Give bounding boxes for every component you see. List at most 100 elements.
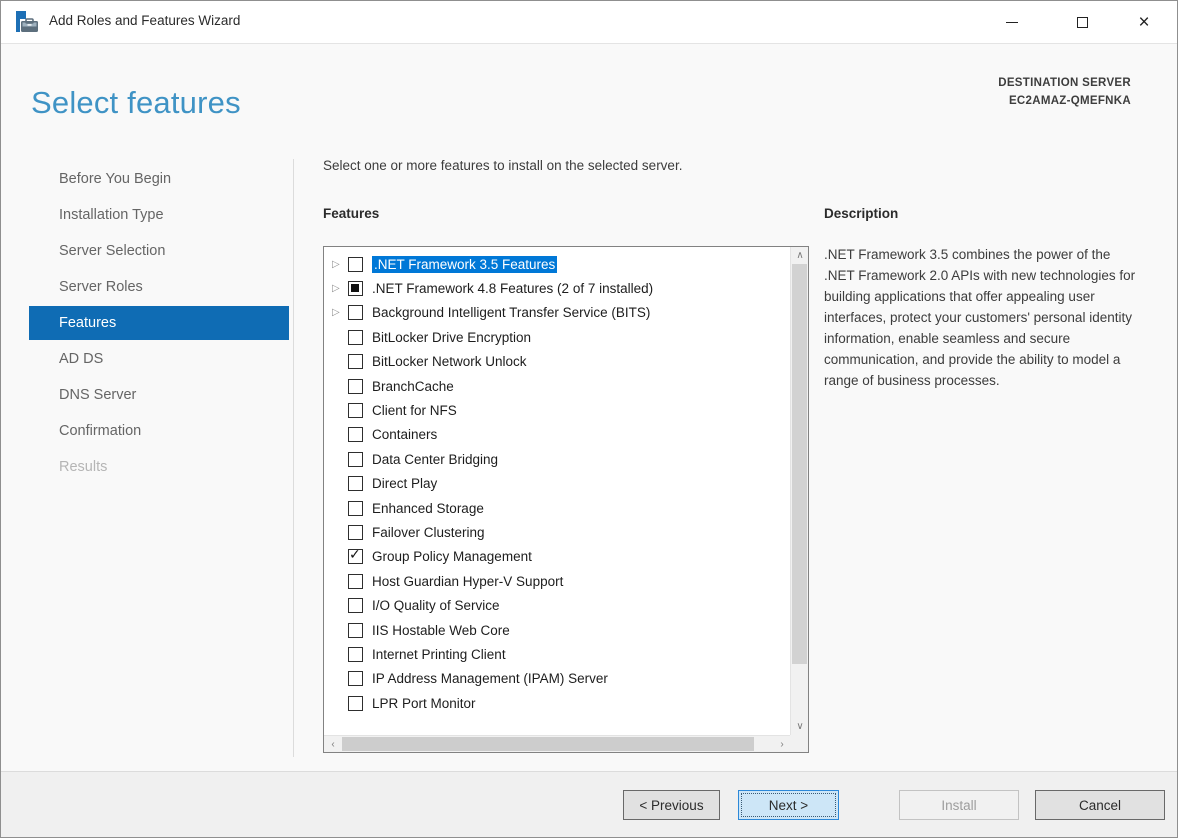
previous-button[interactable]: < Previous bbox=[623, 790, 720, 820]
features-list-label: Features bbox=[323, 206, 380, 221]
vertical-scrollbar[interactable]: ∧ ∨ bbox=[790, 247, 808, 735]
maximize-button[interactable] bbox=[1059, 1, 1105, 43]
feature-row[interactable]: Direct Play bbox=[324, 472, 790, 496]
feature-checkbox-unchecked[interactable] bbox=[348, 256, 363, 272]
feature-label[interactable]: Background Intelligent Transfer Service … bbox=[372, 305, 650, 320]
feature-checkbox-unchecked[interactable] bbox=[348, 378, 363, 394]
feature-checkbox-unchecked[interactable] bbox=[348, 573, 363, 589]
feature-row[interactable]: IP Address Management (IPAM) Server bbox=[324, 667, 790, 691]
sidebar-item-server-selection[interactable]: Server Selection bbox=[1, 233, 293, 269]
feature-label[interactable]: BranchCache bbox=[372, 379, 454, 394]
feature-label[interactable]: I/O Quality of Service bbox=[372, 598, 500, 613]
feature-checkbox-partial[interactable] bbox=[348, 281, 363, 297]
feature-checkbox-unchecked[interactable] bbox=[348, 500, 363, 516]
server-manager-icon bbox=[16, 11, 38, 32]
expand-arrow-icon[interactable]: ▷ bbox=[332, 283, 348, 294]
feature-checkbox-unchecked[interactable] bbox=[348, 403, 363, 419]
expand-arrow-icon[interactable]: ▷ bbox=[332, 307, 348, 318]
feature-label[interactable]: .NET Framework 4.8 Features (2 of 7 inst… bbox=[372, 281, 653, 296]
destination-server-name: EC2AMAZ-QMEFNKA bbox=[1008, 95, 1131, 107]
sidebar-item-dns-server[interactable]: DNS Server bbox=[1, 377, 293, 413]
feature-checkbox-unchecked[interactable] bbox=[348, 427, 363, 443]
feature-label[interactable]: Containers bbox=[372, 427, 437, 442]
scroll-down-icon[interactable]: ∨ bbox=[791, 718, 809, 735]
feature-row[interactable]: Host Guardian Hyper-V Support bbox=[324, 569, 790, 593]
feature-label[interactable]: Failover Clustering bbox=[372, 525, 485, 540]
install-button: Install bbox=[899, 790, 1019, 820]
vertical-scrollbar-thumb[interactable] bbox=[792, 264, 807, 664]
feature-checkbox-unchecked[interactable] bbox=[348, 329, 363, 345]
maximize-icon bbox=[1076, 16, 1088, 28]
check-icon: ✓ bbox=[349, 546, 361, 563]
feature-row[interactable]: Client for NFS bbox=[324, 398, 790, 422]
feature-row[interactable]: I/O Quality of Service bbox=[324, 593, 790, 617]
cancel-button[interactable]: Cancel bbox=[1035, 790, 1165, 820]
scroll-up-icon[interactable]: ∧ bbox=[791, 247, 809, 264]
horizontal-scrollbar[interactable]: ‹ › bbox=[324, 735, 791, 752]
feature-checkbox-unchecked[interactable] bbox=[348, 598, 363, 614]
features-listbox[interactable]: ▷ .NET Framework 3.5 Features ▷ .NET Framew… bbox=[323, 246, 809, 753]
minimize-button[interactable] bbox=[989, 1, 1035, 43]
add-roles-features-wizard-window: Add Roles and Features Wizard × Select f… bbox=[0, 0, 1178, 838]
sidebar-item-features[interactable]: Features bbox=[29, 306, 289, 340]
feature-row[interactable]: ▷ .NET Framework 3.5 Features bbox=[324, 252, 790, 276]
sidebar-item-ad-ds[interactable]: AD DS bbox=[1, 341, 293, 377]
feature-label[interactable]: BitLocker Drive Encryption bbox=[372, 330, 531, 345]
feature-row[interactable]: Internet Printing Client bbox=[324, 642, 790, 666]
features-list-rows: ▷ .NET Framework 3.5 Features ▷ .NET Framew… bbox=[324, 247, 790, 735]
feature-label[interactable]: Client for NFS bbox=[372, 403, 457, 418]
feature-checkbox-unchecked[interactable] bbox=[348, 354, 363, 370]
wizard-steps-nav: Before You Begin Installation Type Server … bbox=[1, 161, 293, 485]
feature-row[interactable]: Failover Clustering bbox=[324, 520, 790, 544]
feature-label[interactable]: Direct Play bbox=[372, 476, 437, 491]
feature-label[interactable]: LPR Port Monitor bbox=[372, 696, 476, 711]
feature-row[interactable]: ▷ .NET Framework 4.8 Features (2 of 7 ins… bbox=[324, 276, 790, 300]
close-button[interactable]: × bbox=[1121, 1, 1167, 43]
feature-checkbox-unchecked[interactable] bbox=[348, 622, 363, 638]
feature-checkbox-unchecked[interactable] bbox=[348, 646, 363, 662]
feature-checkbox-unchecked[interactable] bbox=[348, 305, 363, 321]
destination-server-label: DESTINATION SERVER bbox=[998, 77, 1131, 89]
footer-bar: < Previous Next > Install Cancel bbox=[1, 771, 1177, 837]
feature-label[interactable]: Host Guardian Hyper-V Support bbox=[372, 574, 563, 589]
feature-row[interactable]: ✓ Group Policy Management bbox=[324, 545, 790, 569]
feature-checkbox-unchecked[interactable] bbox=[348, 671, 363, 687]
description-label: Description bbox=[824, 206, 899, 221]
feature-row[interactable]: BitLocker Drive Encryption bbox=[324, 325, 790, 349]
feature-row[interactable]: Enhanced Storage bbox=[324, 496, 790, 520]
sidebar-item-confirmation[interactable]: Confirmation bbox=[1, 413, 293, 449]
feature-row[interactable]: IIS Hostable Web Core bbox=[324, 618, 790, 642]
sidebar-item-installation-type[interactable]: Installation Type bbox=[1, 197, 293, 233]
feature-row[interactable]: ▷ Background Intelligent Transfer Service… bbox=[324, 301, 790, 325]
horizontal-scrollbar-thumb[interactable] bbox=[342, 737, 754, 751]
feature-label[interactable]: Group Policy Management bbox=[372, 549, 532, 564]
feature-checkbox-unchecked[interactable] bbox=[348, 524, 363, 540]
feature-row[interactable]: LPR Port Monitor bbox=[324, 691, 790, 715]
title-bar: Add Roles and Features Wizard × bbox=[1, 1, 1177, 44]
feature-label[interactable]: Internet Printing Client bbox=[372, 647, 506, 662]
sidebar-item-before-you-begin[interactable]: Before You Begin bbox=[1, 161, 293, 197]
description-text: .NET Framework 3.5 combines the power of… bbox=[824, 247, 1136, 388]
feature-checkbox-unchecked[interactable] bbox=[348, 695, 363, 711]
feature-row[interactable]: BranchCache bbox=[324, 374, 790, 398]
feature-row[interactable]: Containers bbox=[324, 423, 790, 447]
feature-label[interactable]: .NET Framework 3.5 Features bbox=[372, 255, 558, 273]
scroll-right-icon[interactable]: › bbox=[773, 736, 791, 753]
close-icon: × bbox=[1138, 11, 1150, 33]
sidebar-item-server-roles[interactable]: Server Roles bbox=[1, 269, 293, 305]
feature-row[interactable]: BitLocker Network Unlock bbox=[324, 350, 790, 374]
next-button[interactable]: Next > bbox=[738, 790, 839, 820]
feature-row[interactable]: Data Center Bridging bbox=[324, 447, 790, 471]
feature-label[interactable]: Data Center Bridging bbox=[372, 452, 498, 467]
feature-label[interactable]: IP Address Management (IPAM) Server bbox=[372, 671, 608, 686]
window-title: Add Roles and Features Wizard bbox=[49, 13, 241, 28]
minimize-icon bbox=[1006, 21, 1018, 23]
feature-label[interactable]: BitLocker Network Unlock bbox=[372, 354, 527, 369]
feature-label[interactable]: Enhanced Storage bbox=[372, 501, 484, 516]
feature-checkbox-unchecked[interactable] bbox=[348, 476, 363, 492]
feature-checkbox-checked[interactable]: ✓ bbox=[348, 546, 363, 565]
scroll-left-icon[interactable]: ‹ bbox=[324, 736, 342, 753]
feature-label[interactable]: IIS Hostable Web Core bbox=[372, 623, 510, 638]
expand-arrow-icon[interactable]: ▷ bbox=[332, 259, 348, 270]
feature-checkbox-unchecked[interactable] bbox=[348, 451, 363, 467]
